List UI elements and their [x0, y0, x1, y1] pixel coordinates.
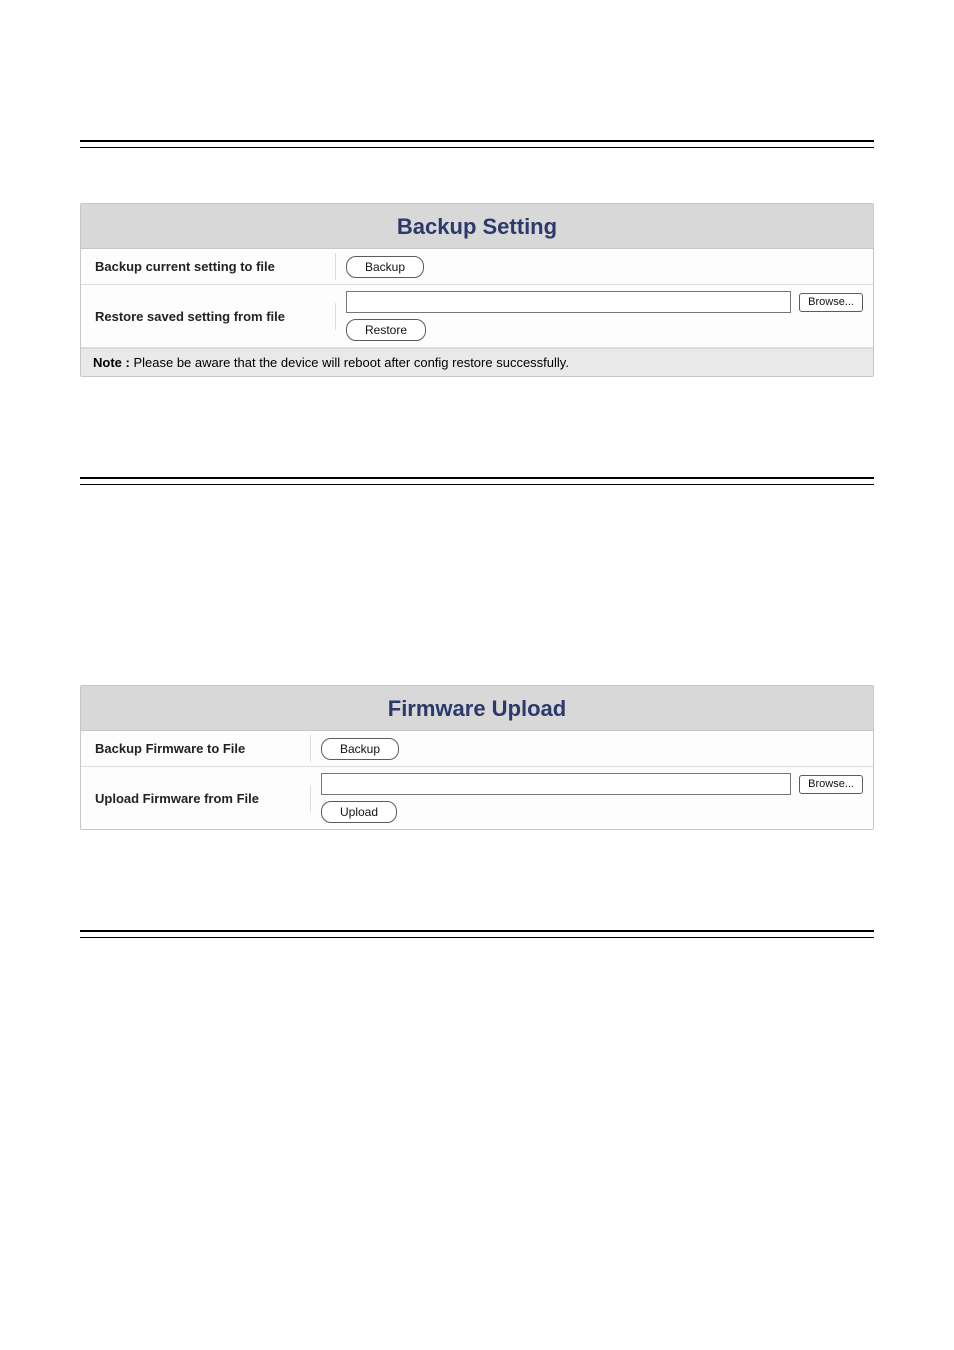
note-text: Please be aware that the device will reb… [130, 355, 569, 370]
restore-file-input[interactable] [346, 291, 791, 313]
backup-to-file-row: Backup current setting to file Backup [81, 249, 873, 285]
upload-firmware-label: Upload Firmware from File [81, 785, 311, 812]
backup-setting-panel: Backup Setting Backup current setting to… [80, 203, 874, 377]
firmware-panel-title: Firmware Upload [81, 686, 873, 731]
divider-thick [80, 477, 874, 479]
divider-thin [80, 484, 874, 485]
restore-from-file-label: Restore saved setting from file [81, 303, 336, 330]
divider-thick [80, 140, 874, 142]
divider-thick [80, 930, 874, 932]
upload-file-input[interactable] [321, 773, 791, 795]
firmware-backup-button[interactable]: Backup [321, 738, 399, 760]
divider-thin [80, 937, 874, 938]
backup-firmware-label: Backup Firmware to File [81, 735, 311, 762]
backup-firmware-row: Backup Firmware to File Backup [81, 731, 873, 767]
backup-to-file-label: Backup current setting to file [81, 253, 336, 280]
restore-from-file-row: Restore saved setting from file Browse..… [81, 285, 873, 348]
backup-panel-title: Backup Setting [81, 204, 873, 249]
upload-firmware-row: Upload Firmware from File Browse... Uplo… [81, 767, 873, 829]
upload-browse-button[interactable]: Browse... [799, 775, 863, 794]
upload-button[interactable]: Upload [321, 801, 397, 823]
restore-button[interactable]: Restore [346, 319, 426, 341]
divider-thin [80, 147, 874, 148]
backup-button[interactable]: Backup [346, 256, 424, 278]
note-label: Note : [93, 355, 130, 370]
firmware-upload-panel: Firmware Upload Backup Firmware to File … [80, 685, 874, 830]
restore-browse-button[interactable]: Browse... [799, 293, 863, 312]
backup-note: Note : Please be aware that the device w… [81, 348, 873, 376]
